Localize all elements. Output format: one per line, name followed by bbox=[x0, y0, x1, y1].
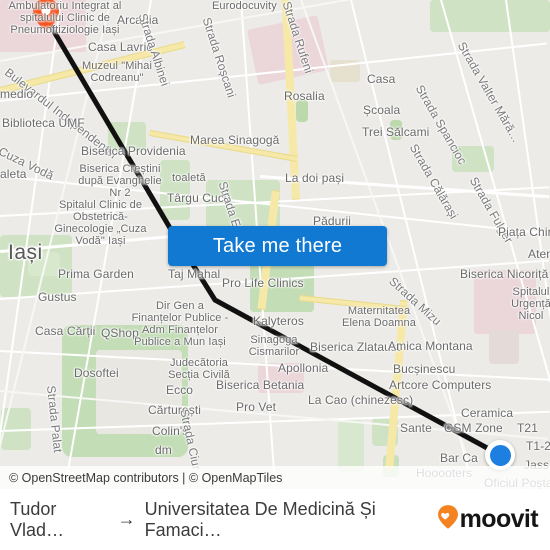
map-label: Artcore Computers bbox=[389, 378, 492, 392]
trip-origin: Tudor Vlad… bbox=[10, 498, 65, 540]
map-label: Piața Chirilă bbox=[498, 225, 550, 239]
map-label: Prima Garden bbox=[58, 267, 134, 281]
map-label: Amica Montana bbox=[388, 339, 473, 353]
map-label: Pro Vet bbox=[236, 400, 277, 414]
map-label: Rosalia bbox=[284, 89, 325, 103]
map-label: Kalyteros bbox=[253, 314, 304, 328]
map-label: Spitalul Urgență Nicol bbox=[511, 286, 550, 322]
moovit-logo[interactable]: moovit bbox=[437, 505, 550, 534]
map-label: Ecco bbox=[166, 383, 194, 397]
map-label: Trei Sălcami bbox=[362, 125, 430, 139]
map-label: Casa bbox=[367, 72, 396, 86]
arrow-icon: → bbox=[117, 509, 136, 529]
map-canvas[interactable]: Ambulatoriu Integrat al spitalului Clini… bbox=[0, 0, 550, 489]
map-label: Marea Sinagogă bbox=[190, 133, 280, 147]
map-label: Maternitatea Elena Doamna bbox=[342, 305, 416, 329]
map-label: Eurodocuvity bbox=[212, 0, 277, 12]
map-label: Sante bbox=[400, 421, 432, 435]
map-label: Pro Life Clinics bbox=[222, 276, 304, 290]
map-label: dm bbox=[155, 443, 172, 457]
map-label: Școala bbox=[363, 103, 401, 117]
map-label: Ceramica bbox=[461, 406, 514, 420]
map-label: Taj Mahal bbox=[168, 267, 221, 281]
map-label: medio bbox=[0, 87, 34, 101]
map-label: Gustus bbox=[38, 290, 77, 304]
moovit-map-screen: Ambulatoriu Integrat al spitalului Clini… bbox=[0, 0, 550, 550]
take-me-there-button[interactable]: Take me there bbox=[168, 226, 387, 266]
map-label: La doi pași bbox=[285, 171, 345, 185]
map-label: Biserica Betania bbox=[216, 378, 305, 392]
map-label: aleta bbox=[0, 167, 27, 181]
map-label: Casa Lavric bbox=[88, 40, 153, 54]
take-me-there-label: Take me there bbox=[212, 234, 343, 257]
map-label: Biserica Creștini după Evanghelie Nr 2 bbox=[78, 163, 162, 199]
map-label: toaletă bbox=[172, 172, 206, 184]
map-label: Biserica Nicoriță bbox=[460, 267, 549, 281]
map-label: La Cao (chinezesc) bbox=[308, 393, 414, 407]
map-label: Dir Gen a Finanțelor Publice - Adm Finan… bbox=[131, 300, 229, 348]
map-label: Biserica Zlataust bbox=[310, 340, 401, 354]
map-attribution: © OpenStreetMap contributors | © OpenMap… bbox=[0, 466, 550, 489]
map-label: Ambulatoriu Integrat al spitalului Clini… bbox=[8, 0, 122, 36]
footer-bar: Tudor Vlad… → Universitatea De Medicină … bbox=[0, 489, 550, 550]
map-label: Biblioteca UMF bbox=[2, 116, 85, 130]
moovit-wordmark: moovit bbox=[459, 505, 539, 533]
map-label: Cărturești bbox=[148, 403, 202, 417]
moovit-pin-icon bbox=[437, 505, 458, 534]
map-label: T1-2 bbox=[526, 439, 550, 453]
map-label: Bucșinescu bbox=[393, 362, 456, 376]
trip-destination: Universitatea De Medicină Și Famaci… bbox=[144, 498, 376, 540]
map-label: Casa Cărții bbox=[35, 324, 96, 338]
map-label: Muzeul "Mihai Codreanu" bbox=[81, 60, 152, 84]
trip-summary[interactable]: Tudor Vlad… → Universitatea De Medicină … bbox=[0, 499, 438, 541]
map-label: Dosoftei bbox=[74, 366, 119, 380]
map-city-label: Iași bbox=[8, 241, 43, 264]
map-label: T21 bbox=[517, 421, 538, 435]
map-label: Biserica Providenia bbox=[81, 144, 186, 158]
map-label: Bar Ca bbox=[440, 451, 478, 465]
map-attribution-text: © OpenStreetMap contributors | © OpenMap… bbox=[9, 470, 283, 485]
map-label: Sinagoga Cismarilor bbox=[248, 334, 300, 358]
map-label: Apollonia bbox=[278, 361, 329, 375]
map-label: Aten bbox=[528, 247, 550, 261]
map-label: GSM Zone bbox=[444, 421, 503, 435]
map-label: Spitalul Clinic de Obstetrică-Ginecologi… bbox=[54, 199, 147, 247]
